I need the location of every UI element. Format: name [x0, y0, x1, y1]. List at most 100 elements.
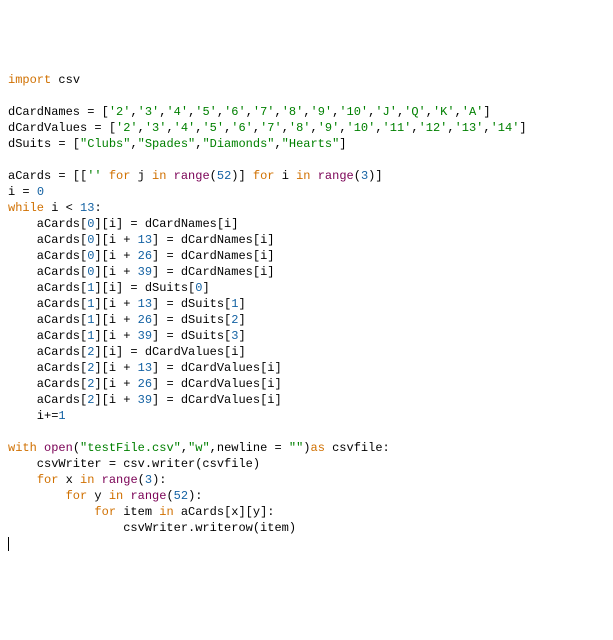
- stmt: aCards[: [8, 377, 87, 391]
- stmt: ][i +: [94, 297, 137, 311]
- str: '12': [419, 121, 448, 135]
- str: '2': [109, 105, 131, 119]
- comma: ,: [303, 105, 310, 119]
- stmt: ][i +: [94, 361, 137, 375]
- stmt: aCards[: [8, 313, 87, 327]
- kw-in: in: [109, 489, 123, 503]
- stmt: ][i +: [94, 329, 137, 343]
- id: csvfile:: [325, 441, 390, 455]
- paren: (: [73, 441, 80, 455]
- comma: ,: [166, 121, 173, 135]
- id: x: [58, 473, 80, 487]
- id: dCardValues = [: [8, 121, 116, 135]
- stmt: ][i +: [94, 393, 137, 407]
- paren: ):: [152, 473, 166, 487]
- num: 13: [138, 233, 152, 247]
- stmt: ][i +: [94, 265, 137, 279]
- comma: ,: [253, 121, 260, 135]
- num: 52: [174, 489, 188, 503]
- id: i =: [8, 185, 37, 199]
- paren: ): [303, 441, 310, 455]
- stmt: ] = dCardValues[i]: [152, 361, 282, 375]
- stmt: aCards[: [8, 281, 87, 295]
- stmt: ]: [238, 297, 245, 311]
- num: 13: [80, 201, 94, 215]
- bracket: ]: [519, 121, 526, 135]
- str: '10': [347, 121, 376, 135]
- num: 13: [138, 297, 152, 311]
- stmt: ][i +: [94, 249, 137, 263]
- comma: ,: [311, 121, 318, 135]
- str: '4': [166, 105, 188, 119]
- comma: ,: [130, 105, 137, 119]
- stmt: aCards[: [8, 233, 87, 247]
- num: 1: [58, 409, 65, 423]
- stmt: ] = dCardValues[i]: [152, 393, 282, 407]
- str: '13': [455, 121, 484, 135]
- stmt: ][i +: [94, 233, 137, 247]
- id: y: [87, 489, 109, 503]
- kw-for: for: [66, 489, 88, 503]
- num: 26: [138, 377, 152, 391]
- comma: ,: [411, 121, 418, 135]
- num: 26: [138, 313, 152, 327]
- str: '7': [260, 121, 282, 135]
- num: 39: [138, 265, 152, 279]
- comma: ,: [339, 121, 346, 135]
- bracket: ]: [483, 105, 490, 119]
- comma: ,: [447, 121, 454, 135]
- paren: (: [210, 169, 217, 183]
- comma: ,: [181, 441, 188, 455]
- comma: ,: [217, 105, 224, 119]
- space: [94, 473, 101, 487]
- bracket: )]: [231, 169, 253, 183]
- str: '4': [174, 121, 196, 135]
- kw-while: while: [8, 201, 44, 215]
- mod-csv: csv: [51, 73, 80, 87]
- stmt: ] = dSuits[: [152, 297, 231, 311]
- kw-import: import: [8, 73, 51, 87]
- str: "testFile.csv": [80, 441, 181, 455]
- num: 3: [145, 473, 152, 487]
- code-block: import csv dCardNames = ['2','3','4','5'…: [8, 72, 605, 552]
- space: [102, 169, 109, 183]
- num: 52: [217, 169, 231, 183]
- stmt: ] = dSuits[: [152, 329, 231, 343]
- str: "": [289, 441, 303, 455]
- id: dSuits = [: [8, 137, 80, 151]
- str: "Clubs": [80, 137, 130, 151]
- num: 39: [138, 393, 152, 407]
- stmt: ][i] = dSuits[: [94, 281, 195, 295]
- str: '2': [116, 121, 138, 135]
- str: '7': [253, 105, 275, 119]
- str: '3': [138, 105, 160, 119]
- indent: [8, 505, 94, 519]
- comma: ,: [130, 137, 137, 151]
- stmt: aCards[: [8, 345, 87, 359]
- fn-range: range: [318, 169, 354, 183]
- str: '8': [289, 121, 311, 135]
- paren: (: [166, 489, 173, 503]
- stmt: aCards[: [8, 249, 87, 263]
- comma: ,: [282, 121, 289, 135]
- stmt: ] = dCardNames[i]: [152, 265, 274, 279]
- comma: ,: [483, 121, 490, 135]
- str: '9': [318, 121, 340, 135]
- str: 'A': [462, 105, 484, 119]
- expr: i <: [44, 201, 80, 215]
- space: [166, 169, 173, 183]
- stmt: aCards[: [8, 393, 87, 407]
- paren: (: [354, 169, 361, 183]
- stmt: aCards[: [8, 265, 87, 279]
- kw-in: in: [152, 169, 166, 183]
- id: dCardNames = [: [8, 105, 109, 119]
- comma: ,: [274, 137, 281, 151]
- stmt: ][i +: [94, 313, 137, 327]
- fn-range: range: [102, 473, 138, 487]
- comma: ,: [275, 105, 282, 119]
- stmt: aCards[: [8, 297, 87, 311]
- str: '': [87, 169, 101, 183]
- str: 'K': [433, 105, 455, 119]
- str: '6': [224, 105, 246, 119]
- indent: [8, 473, 37, 487]
